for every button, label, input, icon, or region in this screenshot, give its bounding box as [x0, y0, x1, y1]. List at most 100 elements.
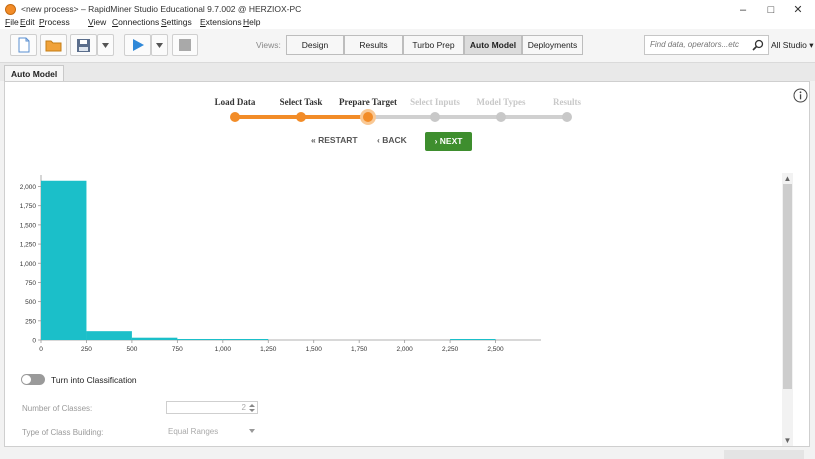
views-label: Views: — [256, 40, 281, 50]
next-button[interactable]: › NEXT — [425, 132, 472, 151]
toolbar: Views: Design Results Turbo Prep Auto Mo… — [0, 29, 815, 63]
histogram-bar — [86, 331, 132, 340]
view-tab-design[interactable]: Design — [286, 35, 344, 55]
play-icon — [132, 39, 144, 51]
x-tick-label: 2,250 — [442, 346, 459, 353]
histogram-bar — [131, 337, 178, 340]
menu-file[interactable]: File — [5, 17, 19, 27]
caret-down-icon — [156, 42, 163, 48]
number-of-classes-stepper[interactable]: 2 — [166, 401, 258, 414]
new-process-button[interactable] — [10, 34, 37, 56]
x-tick-label: 1,000 — [215, 346, 232, 353]
y-tick-label: 1,250 — [20, 242, 37, 249]
step-prepare-target: Prepare Target — [339, 97, 397, 107]
step-dot-results — [562, 112, 572, 122]
save-process-button[interactable] — [70, 34, 97, 56]
stepper-arrows-icon[interactable] — [249, 403, 255, 413]
x-tick-label: 250 — [81, 346, 92, 353]
step-dot-select-task[interactable] — [296, 112, 306, 122]
menu-bar: File Edit Process View Connections Setti… — [0, 16, 815, 29]
scroll-down-icon[interactable]: ▼ — [783, 436, 792, 445]
histogram-bar — [177, 339, 223, 340]
y-tick-label: 2,000 — [20, 184, 37, 191]
step-dot-model-types — [496, 112, 506, 122]
tab-auto-model[interactable]: Auto Model — [4, 65, 64, 82]
window-title: <new process> – RapidMiner Studio Educat… — [21, 4, 302, 14]
studio-scope-dropdown[interactable]: All Studio ▾ — [771, 40, 814, 51]
run-process-button[interactable] — [124, 34, 151, 56]
menu-edit[interactable]: Edit — [20, 17, 35, 27]
maximize-button[interactable]: □ — [760, 3, 782, 17]
x-tick-label: 2,000 — [396, 346, 413, 353]
rapidminer-logo-icon — [5, 4, 16, 15]
run-options-dropdown[interactable] — [151, 34, 168, 56]
y-tick-label: 0 — [32, 338, 36, 345]
back-button[interactable]: ‹ BACK — [377, 135, 407, 145]
open-process-button[interactable] — [40, 34, 67, 56]
panel-tab-bar: Auto Model — [0, 63, 815, 82]
y-tick-label: 250 — [25, 318, 36, 325]
caret-down-icon — [102, 42, 109, 48]
global-search — [644, 35, 769, 55]
menu-process[interactable]: Process — [39, 17, 70, 27]
x-tick-label: 0 — [39, 346, 43, 353]
view-tab-deployments[interactable]: Deployments — [522, 35, 583, 55]
x-tick-label: 500 — [126, 346, 137, 353]
save-options-dropdown[interactable] — [97, 34, 114, 56]
y-tick-label: 1,750 — [20, 203, 37, 210]
y-tick-label: 750 — [25, 280, 36, 287]
view-tab-turbo-prep[interactable]: Turbo Prep — [403, 35, 464, 55]
status-indicator — [724, 450, 804, 459]
save-disk-icon — [77, 38, 90, 52]
histogram-bar — [41, 180, 87, 340]
x-tick-label: 1,750 — [351, 346, 368, 353]
step-load-data: Load Data — [214, 97, 256, 107]
classification-toggle-label: Turn into Classification — [51, 375, 137, 385]
step-dot-load-data[interactable] — [230, 112, 240, 122]
new-document-icon — [18, 37, 29, 53]
chevron-down-icon — [249, 429, 255, 433]
y-tick-label: 1,500 — [20, 222, 37, 229]
class-building-label: Type of Class Building: — [22, 428, 104, 437]
toggle-knob — [22, 375, 31, 384]
x-tick-label: 1,500 — [306, 346, 323, 353]
y-tick-label: 1,000 — [20, 261, 37, 268]
menu-view[interactable]: View — [88, 17, 106, 27]
step-results: Results — [552, 97, 582, 107]
minimize-button[interactable]: – — [732, 3, 754, 17]
stop-icon — [179, 39, 191, 51]
info-icon[interactable] — [793, 88, 808, 103]
view-tab-results[interactable]: Results — [344, 35, 403, 55]
x-tick-label: 1,250 — [260, 346, 277, 353]
search-icon[interactable] — [752, 39, 764, 51]
x-tick-label: 750 — [172, 346, 183, 353]
folder-icon — [45, 40, 62, 52]
view-tab-auto-model[interactable]: Auto Model — [464, 35, 522, 55]
scrollbar-thumb[interactable] — [783, 184, 792, 389]
step-select-task: Select Task — [279, 97, 323, 107]
class-building-value: Equal Ranges — [168, 427, 219, 436]
histogram-bar — [450, 339, 496, 340]
close-button[interactable]: ✕ — [787, 3, 809, 17]
y-tick-label: 500 — [25, 299, 36, 306]
target-histogram: 0 250 500 750 1,000 1,250 1,500 1,750 2,000 0 250 5… — [20, 175, 541, 353]
menu-settings[interactable]: Settings — [161, 17, 192, 27]
search-input[interactable] — [648, 39, 750, 50]
class-building-select[interactable]: Equal Ranges — [166, 425, 258, 438]
menu-help[interactable]: Help — [243, 17, 260, 27]
histogram-bar — [222, 339, 269, 340]
scroll-up-icon[interactable]: ▲ — [783, 174, 792, 183]
x-tick-label: 2,500 — [487, 346, 504, 353]
step-select-inputs: Select Inputs — [410, 97, 460, 107]
menu-connections[interactable]: Connections — [112, 17, 159, 27]
step-model-types: Model Types — [476, 97, 526, 107]
step-dot-select-inputs — [430, 112, 440, 122]
status-bar — [0, 448, 815, 459]
number-of-classes-label: Number of Classes: — [22, 404, 93, 413]
restart-button[interactable]: « RESTART — [311, 135, 358, 145]
menu-extensions[interactable]: Extensions — [200, 17, 242, 27]
stop-process-button[interactable] — [172, 34, 198, 56]
wizard-progress-remaining — [368, 115, 568, 119]
step-dot-prepare-target[interactable] — [363, 112, 373, 122]
number-of-classes-value: 2 — [241, 403, 246, 412]
